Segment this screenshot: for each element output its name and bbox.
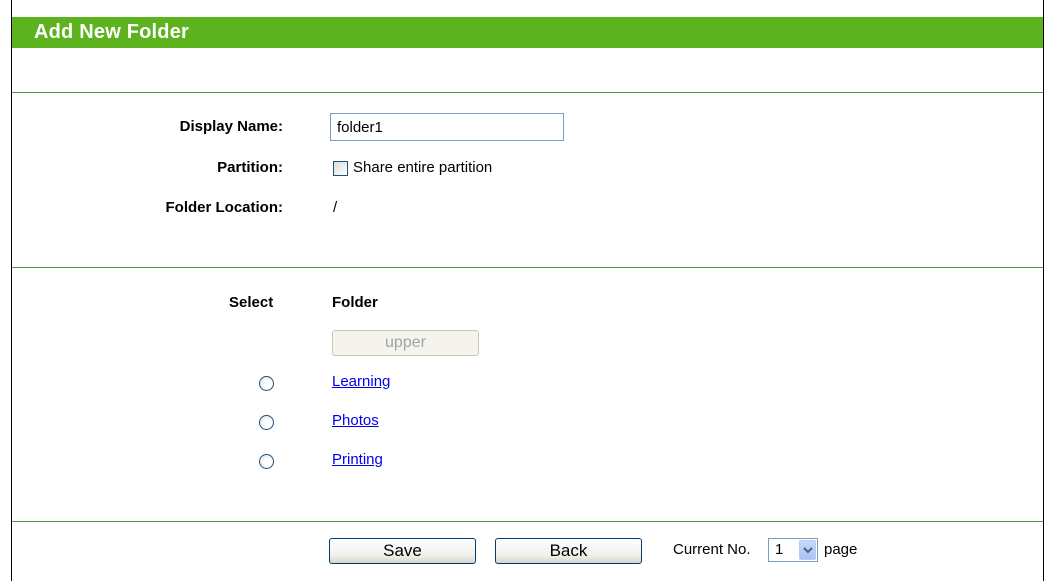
folder-column-header: Folder [332, 294, 378, 311]
select-column-header: Select [229, 294, 274, 311]
page-suffix-label: page [824, 541, 858, 558]
share-entire-partition-checkbox[interactable] [333, 161, 348, 176]
folder-radio-printing[interactable] [259, 454, 274, 469]
upper-button[interactable]: upper [332, 330, 479, 356]
page-select-value: 1 [775, 541, 784, 558]
share-entire-partition-label[interactable]: Share entire partition [353, 159, 492, 176]
save-button[interactable]: Save [329, 538, 476, 564]
back-button[interactable]: Back [495, 538, 642, 564]
divider-middle [12, 267, 1043, 268]
title-bar: Add New Folder [11, 17, 1044, 48]
folder-link-learning[interactable]: Learning [332, 373, 390, 390]
partition-label: Partition: [217, 159, 283, 176]
chevron-down-icon[interactable] [799, 540, 816, 560]
divider-bottom [12, 521, 1043, 522]
page-select[interactable]: 1 [768, 538, 818, 562]
folder-link-printing[interactable]: Printing [332, 451, 383, 468]
folder-link-photos[interactable]: Photos [332, 412, 379, 429]
folder-radio-photos[interactable] [259, 415, 274, 430]
folder-radio-learning[interactable] [259, 376, 274, 391]
page-frame [11, 0, 1044, 581]
display-name-input[interactable] [330, 113, 564, 141]
page-title: Add New Folder [34, 21, 190, 43]
folder-location-value: / [333, 199, 338, 216]
current-no-label: Current No. [673, 541, 751, 558]
divider-top [12, 92, 1043, 93]
display-name-label: Display Name: [179, 118, 283, 135]
folder-location-label: Folder Location: [165, 199, 284, 216]
